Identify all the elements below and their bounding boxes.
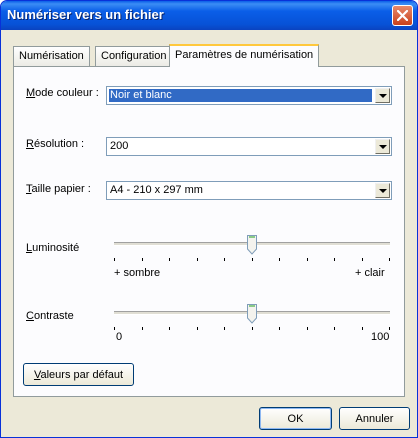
- resolution-select[interactable]: 200: [106, 137, 392, 156]
- dialog-window: Numériser vers un fichier Numérisation C…: [0, 0, 418, 438]
- paper-size-label: Taille papier :: [26, 183, 91, 195]
- slider-tick: [142, 258, 143, 261]
- contrast-max-label: 100: [371, 331, 390, 343]
- settings-panel: Mode couleur : Noir et blanc Résolution …: [13, 66, 405, 397]
- slider-tick: [114, 258, 115, 261]
- contrast-slider[interactable]: [114, 304, 390, 334]
- paper-size-label-text: aille papier :: [31, 183, 91, 195]
- slider-tick: [279, 258, 280, 261]
- title-bar[interactable]: Numériser vers un fichier: [1, 1, 417, 30]
- brightness-label-text: uminosité: [32, 242, 80, 254]
- slider-tick: [252, 327, 253, 330]
- brightness-min-label: + sombre: [114, 267, 161, 279]
- slider-tick: [362, 258, 363, 261]
- slider-tick: [197, 258, 198, 261]
- tab-parametres-numerisation[interactable]: Paramètres de numérisation: [169, 44, 320, 67]
- resolution-label-accel: R: [26, 138, 34, 150]
- defaults-button[interactable]: Valeurs par défaut: [23, 363, 134, 386]
- slider-tick: [224, 327, 225, 330]
- slider-tick: [224, 258, 225, 261]
- resolution-label-text: ésolution :: [33, 138, 85, 150]
- slider-tick: [307, 327, 308, 330]
- slider-tick: [334, 327, 335, 330]
- contrast-label-accel: C: [26, 310, 34, 322]
- chevron-down-icon[interactable]: [375, 139, 390, 154]
- slider-thumb[interactable]: [247, 235, 257, 255]
- contrast-min-label: 0: [116, 331, 123, 343]
- resolution-value: 200: [110, 140, 129, 152]
- brightness-max-label: + clair: [355, 267, 385, 279]
- slider-tick: [279, 327, 280, 330]
- color-mode-select[interactable]: Noir et blanc: [106, 86, 392, 105]
- cancel-button[interactable]: Annuler: [339, 407, 410, 430]
- brightness-slider[interactable]: [114, 235, 390, 265]
- color-mode-label-accel: M: [26, 87, 36, 99]
- tab-numerisation[interactable]: Numérisation: [13, 46, 90, 66]
- slider-tick: [389, 327, 390, 330]
- color-mode-value: Noir et blanc: [109, 89, 372, 102]
- contrast-label-text: ontraste: [33, 310, 74, 322]
- resolution-label: Résolution :: [26, 138, 84, 150]
- chevron-down-icon[interactable]: [375, 88, 390, 103]
- slider-tick: [142, 327, 143, 330]
- tab-configuration[interactable]: Configuration: [95, 46, 173, 66]
- slider-tick: [169, 327, 170, 330]
- slider-tick: [252, 258, 253, 261]
- window-title: Numériser vers un fichier: [7, 7, 164, 22]
- slider-tick: [307, 258, 308, 261]
- slider-tick: [362, 327, 363, 330]
- slider-tick: [197, 327, 198, 330]
- brightness-label: Luminosité: [26, 242, 79, 254]
- paper-size-select[interactable]: A4 - 210 x 297 mm: [106, 181, 392, 200]
- color-mode-label-text: ode couleur :: [35, 87, 99, 99]
- slider-tick: [169, 258, 170, 261]
- color-mode-label: Mode couleur :: [26, 87, 99, 99]
- ok-button[interactable]: OK: [259, 407, 332, 430]
- slider-thumb[interactable]: [247, 304, 257, 324]
- paper-size-value: A4 - 210 x 297 mm: [110, 184, 203, 196]
- slider-tick: [114, 327, 115, 330]
- slider-tick: [389, 258, 390, 261]
- slider-tick: [334, 258, 335, 261]
- contrast-label: Contraste: [26, 310, 74, 322]
- chevron-down-icon[interactable]: [375, 183, 390, 198]
- close-button[interactable]: [392, 5, 413, 26]
- defaults-button-text: aleurs par défaut: [40, 369, 124, 381]
